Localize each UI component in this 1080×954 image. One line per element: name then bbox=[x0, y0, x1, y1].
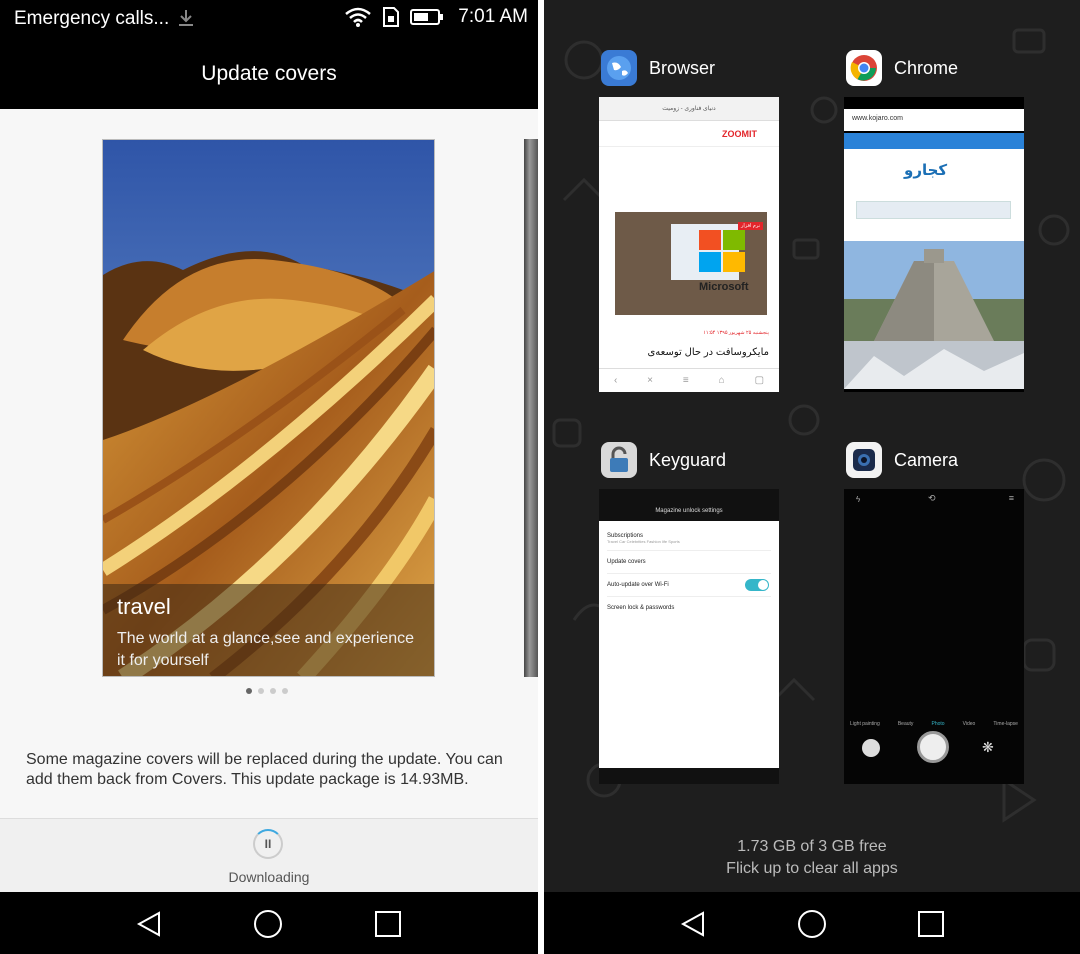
download-area: II Downloading bbox=[0, 818, 538, 892]
app-name: Chrome bbox=[894, 57, 959, 78]
left-nav-bar bbox=[0, 892, 538, 954]
keyguard-lock-icon bbox=[601, 442, 637, 478]
page-dot bbox=[246, 688, 252, 694]
battery-icon bbox=[410, 9, 444, 25]
recent-app-browser-header[interactable]: Browser bbox=[601, 50, 715, 86]
keyguard-item-subscriptions-sub: Travel Car Celebrities Fashion life Spor… bbox=[607, 539, 680, 544]
recent-app-keyguard-thumbnail[interactable]: Magazine unlock settings Subscriptions T… bbox=[599, 489, 779, 784]
app-title-bar: Update covers bbox=[0, 40, 538, 109]
browser-globe-icon bbox=[601, 50, 637, 86]
browser-menu-icon: ≡ bbox=[682, 375, 689, 386]
browser-url-bar: دنیای فناوری - زومیت bbox=[599, 97, 779, 121]
app-name: Keyguard bbox=[649, 449, 727, 470]
page-title: Update covers bbox=[201, 62, 337, 85]
flash-icon: ϟ bbox=[856, 495, 861, 504]
camera-mode[interactable]: Beauty bbox=[898, 721, 914, 727]
recent-app-chrome-thumbnail[interactable]: www.kojaro.com کجارو bbox=[844, 97, 1024, 392]
browser-close-icon: × bbox=[647, 375, 654, 386]
recent-app-camera-thumbnail[interactable]: ϟ ⟲ ≡ Light painting Beauty Photo Video … bbox=[844, 489, 1024, 784]
camera-mode[interactable]: Time-lapse bbox=[993, 721, 1018, 727]
article-tag: نرم افزار bbox=[738, 222, 763, 230]
back-icon[interactable] bbox=[679, 909, 709, 939]
app-name: Camera bbox=[894, 449, 959, 470]
page-dot bbox=[270, 688, 276, 694]
kojaro-logo: کجارو bbox=[904, 162, 948, 179]
right-nav-bar bbox=[544, 892, 1080, 954]
recent-app-camera-header[interactable]: Camera bbox=[846, 442, 958, 478]
page-dot bbox=[258, 688, 264, 694]
left-phone-screen: Emergency calls... 7:01 AM Update covers… bbox=[0, 0, 538, 954]
memory-free: 1.73 GB of 3 GB free bbox=[737, 838, 887, 855]
keyguard-header: Magazine unlock settings bbox=[599, 489, 779, 521]
keyguard-item-screen-lock: Screen lock & passwords bbox=[607, 605, 675, 611]
article-meta: پنجشنبه ۲۵ شهریور ۱۳۹۵ ۱۱:۵۴ bbox=[703, 330, 769, 336]
camera-mode-active[interactable]: Photo bbox=[931, 721, 944, 727]
cover-title: travel bbox=[117, 594, 171, 619]
camera-icon bbox=[846, 442, 882, 478]
download-notification-icon bbox=[179, 10, 193, 26]
keyguard-item-auto-update: Auto-update over Wi-Fi bbox=[607, 582, 669, 588]
recents-icon[interactable] bbox=[373, 909, 403, 939]
wifi-icon bbox=[345, 7, 372, 27]
page-indicator bbox=[246, 688, 288, 694]
page-dot bbox=[282, 688, 288, 694]
right-phone-recents-screen: Browser دنیای فناوری - زومیت ZOOMIT Micr… bbox=[544, 0, 1080, 954]
home-icon[interactable] bbox=[253, 909, 283, 939]
next-cover-peek[interactable] bbox=[524, 139, 538, 677]
filter-icon[interactable]: ❋ bbox=[982, 739, 1000, 757]
memory-info: 1.73 GB of 3 GB free Flick up to clear a… bbox=[544, 836, 1080, 880]
recents-icon[interactable] bbox=[916, 909, 946, 939]
browser-back-icon: ‹ bbox=[613, 375, 618, 386]
clock-time: 7:01 AM bbox=[458, 6, 528, 27]
microsoft-text: Microsoft bbox=[699, 281, 749, 293]
camera-mode-list: Light painting Beauty Photo Video Time-l… bbox=[850, 721, 1018, 727]
sim-card-icon bbox=[383, 7, 400, 27]
status-bar: Emergency calls... 7:01 AM bbox=[0, 0, 538, 40]
pause-download-button[interactable]: II bbox=[253, 829, 283, 859]
update-note: Some magazine covers will be replaced du… bbox=[26, 751, 503, 788]
keyguard-item-update-covers: Update covers bbox=[607, 551, 771, 574]
pyramid-image bbox=[844, 241, 1024, 389]
camera-menu-icon: ≡ bbox=[1008, 493, 1014, 503]
auto-update-toggle bbox=[745, 579, 769, 591]
zoomit-logo: ZOOMIT bbox=[722, 128, 757, 139]
chrome-icon bbox=[846, 50, 882, 86]
article-headline: مایکروسافت در حال توسعه‌ی bbox=[647, 347, 769, 358]
article-image: Microsoft نرم افزار bbox=[615, 212, 767, 315]
pause-icon: II bbox=[264, 837, 272, 851]
shutter-button[interactable] bbox=[917, 731, 949, 763]
download-status: Downloading bbox=[228, 869, 310, 885]
camera-mode[interactable]: Light painting bbox=[850, 721, 880, 727]
switch-camera-icon: ⟲ bbox=[928, 493, 936, 503]
back-icon[interactable] bbox=[135, 909, 165, 939]
cover-caption: travel The world at a glance,see and exp… bbox=[103, 584, 434, 676]
browser-home-icon: ⌂ bbox=[718, 375, 725, 386]
cover-description: The world at a glance,see and experience… bbox=[117, 630, 415, 669]
camera-mode[interactable]: Video bbox=[963, 721, 976, 727]
recent-app-keyguard-header[interactable]: Keyguard bbox=[601, 442, 726, 478]
gallery-thumbnail[interactable] bbox=[862, 739, 880, 757]
recent-app-browser-thumbnail[interactable]: دنیای فناوری - زومیت ZOOMIT Microsoft نر… bbox=[599, 97, 779, 392]
carrier-text: Emergency calls... bbox=[14, 8, 170, 29]
recent-app-chrome-header[interactable]: Chrome bbox=[846, 50, 958, 86]
browser-tabs-icon: ▢ bbox=[754, 375, 765, 386]
app-name: Browser bbox=[649, 57, 716, 78]
home-icon[interactable] bbox=[797, 909, 827, 939]
clear-apps-hint: Flick up to clear all apps bbox=[726, 860, 898, 877]
chrome-url-bar: www.kojaro.com bbox=[844, 109, 1024, 131]
cover-card-travel[interactable]: travel The world at a glance,see and exp… bbox=[102, 139, 435, 677]
